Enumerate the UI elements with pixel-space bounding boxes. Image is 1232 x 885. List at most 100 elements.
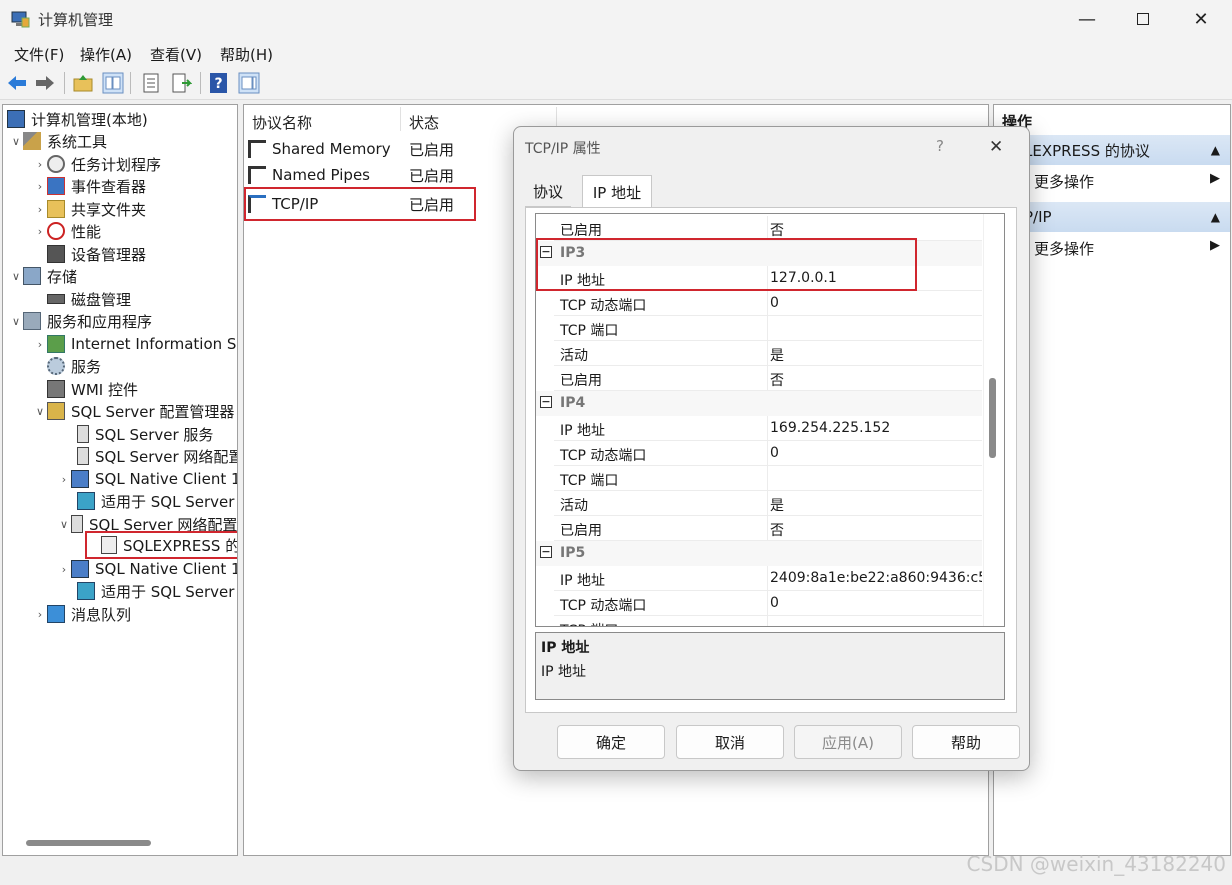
tree-item-sql-native-client-2[interactable]: › SQL Native Client 1 bbox=[57, 558, 237, 580]
list-row-named-pipes[interactable]: Named Pipes 已启用 bbox=[248, 163, 454, 187]
column-divider[interactable] bbox=[400, 107, 401, 131]
tree-item-for-sql-server-2[interactable]: 适用于 SQL Server bbox=[77, 580, 234, 602]
tree-item-sql-services[interactable]: SQL Server 服务 bbox=[77, 423, 213, 445]
collapse-minus-icon[interactable]: − bbox=[540, 396, 552, 408]
scrollbar-thumb[interactable] bbox=[989, 378, 996, 458]
ok-button[interactable]: 确定 bbox=[557, 725, 665, 759]
chevron-right-icon[interactable]: › bbox=[33, 338, 47, 351]
list-row-tcp-ip[interactable]: TCP/IP 已启用 bbox=[244, 187, 476, 221]
menu-action[interactable]: 操作(A) bbox=[80, 44, 132, 65]
tree-item-services[interactable]: 服务 bbox=[47, 355, 101, 377]
apply-button[interactable]: 应用(A) bbox=[794, 725, 902, 759]
chevron-right-icon[interactable]: › bbox=[57, 473, 71, 486]
prop-value[interactable]: 2409:8a1e:be22:a860:9436:c5eb:cd bbox=[770, 570, 982, 586]
tree-item-disk-management[interactable]: 磁盘管理 bbox=[47, 288, 131, 310]
chevron-down-icon[interactable]: ∨ bbox=[9, 270, 23, 283]
protocol-status: 已启用 bbox=[409, 140, 455, 159]
close-button[interactable]: ✕ bbox=[1172, 0, 1230, 38]
tree-item-iis[interactable]: › Internet Information Se bbox=[33, 333, 237, 355]
chevron-right-icon[interactable]: › bbox=[57, 563, 71, 576]
tree-item-sql-config-manager[interactable]: ∨ SQL Server 配置管理器 bbox=[33, 400, 234, 422]
dialog-help-icon[interactable]: ? bbox=[936, 137, 944, 155]
tree-item-root[interactable]: 计算机管理(本地) bbox=[7, 108, 148, 130]
collapse-up-icon[interactable]: ▲ bbox=[1211, 210, 1220, 224]
prop-row[interactable]: 已启用 否 bbox=[554, 516, 982, 541]
help-icon[interactable]: ? bbox=[208, 72, 230, 94]
show-hide-tree-icon[interactable] bbox=[102, 72, 124, 94]
category-ip5[interactable]: − IP5 bbox=[536, 541, 982, 566]
chevron-right-icon[interactable]: › bbox=[33, 158, 47, 171]
prop-value[interactable]: 是 bbox=[770, 345, 784, 365]
menu-file[interactable]: 文件(F) bbox=[14, 44, 64, 65]
tree-item-shared-folders[interactable]: › 共享文件夹 bbox=[33, 198, 146, 220]
forward-icon[interactable] bbox=[34, 72, 56, 94]
prop-row[interactable]: IP 地址 2409:8a1e:be22:a860:9436:c5eb:cd bbox=[554, 566, 982, 591]
chevron-right-icon[interactable]: › bbox=[33, 225, 47, 238]
tree-item-storage[interactable]: ∨ 存储 bbox=[9, 265, 77, 287]
up-folder-icon[interactable] bbox=[72, 72, 94, 94]
tree-item-wmi[interactable]: WMI 控件 bbox=[47, 378, 138, 400]
chevron-down-icon[interactable]: ∨ bbox=[9, 315, 23, 328]
tree-item-sql-network-config-1[interactable]: SQL Server 网络配置 bbox=[77, 445, 237, 467]
chevron-down-icon[interactable]: ∨ bbox=[9, 135, 23, 148]
tab-ip-address[interactable]: IP 地址 bbox=[582, 175, 652, 208]
prop-row[interactable]: TCP 端口 bbox=[554, 316, 982, 341]
client-protocol-icon bbox=[77, 492, 95, 510]
chevron-right-icon[interactable]: › bbox=[33, 203, 47, 216]
menu-help[interactable]: 帮助(H) bbox=[220, 44, 273, 65]
show-hide-action-pane-icon[interactable] bbox=[238, 72, 260, 94]
back-icon[interactable] bbox=[6, 72, 28, 94]
maximize-button[interactable] bbox=[1114, 0, 1172, 38]
chevron-down-icon[interactable]: ∨ bbox=[33, 405, 47, 418]
properties-icon[interactable] bbox=[140, 72, 162, 94]
more-actions-2[interactable]: 更多操作 bbox=[1034, 238, 1094, 259]
column-header-status[interactable]: 状态 bbox=[409, 112, 439, 133]
list-row-shared-memory[interactable]: Shared Memory 已启用 bbox=[248, 137, 454, 161]
cancel-button[interactable]: 取消 bbox=[676, 725, 784, 759]
prop-row[interactable]: TCP 动态端口 0 bbox=[554, 591, 982, 616]
prop-row[interactable]: IP 地址 169.254.225.152 bbox=[554, 416, 982, 441]
menu-view[interactable]: 查看(V) bbox=[150, 44, 202, 65]
prop-row[interactable]: TCP 动态端口 0 bbox=[554, 441, 982, 466]
column-header-name[interactable]: 协议名称 bbox=[252, 112, 312, 133]
prop-row[interactable]: 活动 是 bbox=[554, 491, 982, 516]
collapse-up-icon[interactable]: ▲ bbox=[1211, 143, 1220, 157]
prop-value[interactable]: 0 bbox=[770, 295, 779, 311]
tab-protocol[interactable]: 协议 bbox=[525, 177, 571, 207]
minimize-button[interactable]: — bbox=[1058, 0, 1116, 38]
tree-item-services-apps[interactable]: ∨ 服务和应用程序 bbox=[9, 310, 152, 332]
protocol-name: Named Pipes bbox=[272, 166, 370, 184]
chevron-right-icon[interactable]: › bbox=[33, 608, 47, 621]
tree-item-system-tools[interactable]: ∨ 系统工具 bbox=[9, 130, 107, 152]
prop-row[interactable]: TCP 端口 bbox=[554, 616, 982, 626]
tree-item-sqlexpress-protocols[interactable]: SQLEXPRESS 的 bbox=[85, 531, 237, 559]
tree-item-message-queue[interactable]: › 消息队列 bbox=[33, 603, 131, 625]
prop-value[interactable]: 0 bbox=[770, 595, 779, 611]
prop-value[interactable]: 否 bbox=[770, 520, 784, 540]
tree-item-task-scheduler[interactable]: › 任务计划程序 bbox=[33, 153, 161, 175]
chevron-down-icon[interactable]: ∨ bbox=[57, 518, 71, 531]
tree-horizontal-scrollbar[interactable] bbox=[26, 840, 151, 846]
collapse-minus-icon[interactable]: − bbox=[540, 546, 552, 558]
export-list-icon[interactable] bbox=[170, 72, 192, 94]
tree-item-device-manager[interactable]: 设备管理器 bbox=[47, 243, 146, 265]
prop-value[interactable]: 是 bbox=[770, 495, 784, 515]
prop-row[interactable]: 活动 是 bbox=[554, 341, 982, 366]
chevron-right-icon[interactable]: › bbox=[33, 180, 47, 193]
tree-item-for-sql-server-1[interactable]: 适用于 SQL Server bbox=[77, 490, 234, 512]
prop-value[interactable]: 169.254.225.152 bbox=[770, 420, 890, 436]
prop-value[interactable]: 否 bbox=[770, 370, 784, 390]
prop-value[interactable]: 否 bbox=[770, 220, 784, 240]
tree-item-event-viewer[interactable]: › 事件查看器 bbox=[33, 175, 146, 197]
prop-value[interactable]: 0 bbox=[770, 445, 779, 461]
prop-row[interactable]: TCP 端口 bbox=[554, 466, 982, 491]
more-actions-1[interactable]: 更多操作 bbox=[1034, 171, 1094, 192]
prop-row[interactable]: 已启用 否 bbox=[554, 366, 982, 391]
submenu-arrow-icon: ▶ bbox=[1210, 238, 1220, 253]
help-button[interactable]: 帮助 bbox=[912, 725, 1020, 759]
prop-row[interactable]: TCP 动态端口 0 bbox=[554, 291, 982, 316]
tree-item-performance[interactable]: › 性能 bbox=[33, 220, 101, 242]
tree-item-sql-native-client-1[interactable]: › SQL Native Client 1 bbox=[57, 468, 237, 490]
dialog-close-icon[interactable]: ✕ bbox=[989, 137, 1003, 157]
category-ip4[interactable]: − IP4 bbox=[536, 391, 982, 416]
